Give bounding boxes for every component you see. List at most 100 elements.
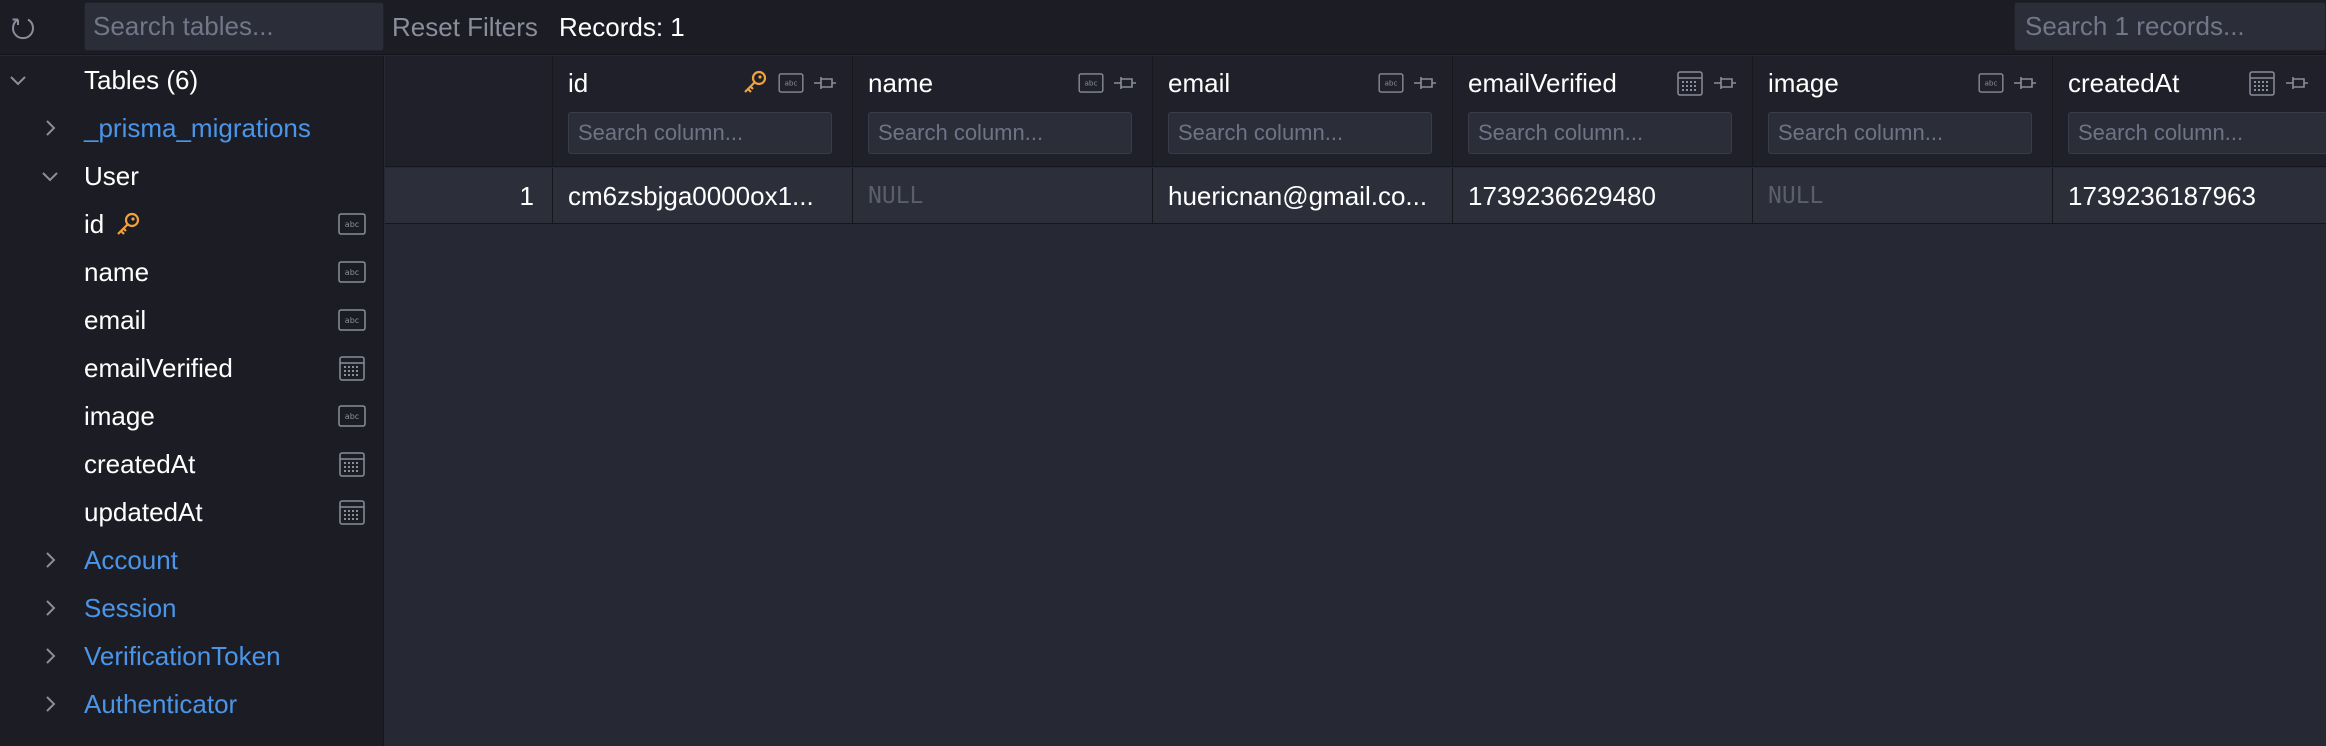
chevron-down-icon[interactable] (38, 164, 62, 188)
sidebar-item-label: VerificationToken (84, 640, 281, 671)
table-sidebar: Tables (6) _prisma_migrations User id ab… (0, 56, 384, 746)
records-count: Records: 1 (559, 12, 685, 42)
svg-text:abc: abc (345, 268, 359, 277)
refresh-button[interactable] (0, 0, 46, 55)
column-search-input[interactable] (2068, 112, 2326, 154)
column-name: emailVerified (1468, 68, 1617, 98)
sidebar-item-label: Authenticator (84, 688, 238, 719)
field-item-name[interactable]: name abc (0, 248, 384, 296)
cell-id[interactable]: cm6zsbjga0000ox1... (553, 168, 853, 224)
row-number: 1 (385, 168, 553, 224)
text-type-icon: abc (338, 213, 366, 235)
primary-key-icon (117, 212, 140, 235)
grid-header: id abc Search column... name abc Search … (385, 56, 2326, 167)
calendar-type-icon (1677, 71, 1703, 96)
pin-icon[interactable] (1412, 72, 1438, 94)
text-type-icon: abc (338, 405, 366, 427)
cell-image[interactable]: NULL (1753, 168, 2053, 224)
svg-text:abc: abc (1384, 79, 1397, 88)
tables-header-label: Tables (6) (84, 64, 199, 95)
svg-text:abc: abc (345, 412, 359, 421)
field-label: emailVerified (84, 352, 233, 383)
svg-text:abc: abc (1984, 79, 1997, 88)
field-label: name (84, 256, 150, 287)
cell-email-verified[interactable]: 1739236629480 (1453, 168, 1753, 224)
text-type-icon: abc (338, 261, 366, 283)
column-name: email (1168, 68, 1231, 98)
field-item-updated-at[interactable]: updatedAt (0, 488, 384, 536)
column-search-input[interactable] (1468, 112, 1732, 154)
field-item-image[interactable]: image abc (0, 392, 384, 440)
row-number-header (385, 56, 553, 167)
column-search-input[interactable] (868, 112, 1132, 154)
column-name: id (568, 68, 589, 98)
field-label: createdAt (84, 448, 196, 479)
field-item-id[interactable]: id abc (0, 200, 384, 248)
field-label: updatedAt (84, 496, 203, 527)
sidebar-item-label: Account (84, 544, 178, 575)
column-search-input[interactable] (568, 112, 832, 154)
chevron-right-icon[interactable] (38, 644, 62, 668)
text-type-icon: abc (338, 309, 366, 331)
primary-key-icon (744, 70, 767, 93)
field-label: image (84, 400, 155, 431)
field-item-created-at[interactable]: createdAt (0, 440, 384, 488)
sidebar-item-label: Session (84, 592, 177, 623)
text-type-icon: abc (1378, 73, 1404, 93)
calendar-type-icon (2249, 71, 2275, 96)
field-label: email (84, 304, 147, 335)
column-name: name (868, 68, 934, 98)
sidebar-item-session[interactable]: Session (0, 584, 384, 632)
app-window: Reset Filters Records: 1 Tables (6) _pri… (0, 0, 2326, 746)
chevron-right-icon[interactable] (38, 116, 62, 140)
pin-icon[interactable] (1112, 72, 1138, 94)
svg-text:abc: abc (1084, 79, 1097, 88)
chevron-right-icon[interactable] (38, 692, 62, 716)
sidebar-item-user[interactable]: User (0, 152, 384, 200)
toolbar: Reset Filters Records: 1 (0, 0, 2326, 55)
sidebar-item-prisma-migrations[interactable]: _prisma_migrations (0, 104, 384, 152)
column-search-input[interactable] (1168, 112, 1432, 154)
field-label: id (84, 208, 105, 239)
sidebar-item-label: User (84, 160, 139, 191)
tables-header[interactable]: Tables (6) (0, 56, 384, 104)
data-grid: id abc Search column... name abc Search … (385, 56, 2326, 746)
chevron-down-icon[interactable] (6, 68, 30, 92)
column-name: createdAt (2068, 68, 2180, 98)
calendar-type-icon (339, 356, 365, 381)
column-header-created-at[interactable]: createdAt (2053, 56, 2326, 167)
pin-icon[interactable] (2012, 72, 2038, 94)
field-item-email[interactable]: email abc (0, 296, 384, 344)
column-header-image[interactable]: image abc (1753, 56, 2053, 167)
sidebar-item-verification-token[interactable]: VerificationToken (0, 632, 384, 680)
calendar-type-icon (339, 500, 365, 525)
table-search-input[interactable] (84, 2, 384, 51)
column-header-id[interactable]: id abc (553, 56, 853, 167)
column-search-input[interactable] (1768, 112, 2032, 154)
cell-created-at[interactable]: 1739236187963 (2053, 168, 2326, 224)
sidebar-item-label: _prisma_migrations (84, 112, 311, 143)
column-header-email[interactable]: email abc (1153, 56, 1453, 167)
sidebar-item-authenticator[interactable]: Authenticator (0, 680, 384, 728)
refresh-icon (12, 18, 34, 39)
cell-email[interactable]: huericnan@gmail.co... (1153, 168, 1453, 224)
reset-filters-button[interactable]: Reset Filters (392, 8, 538, 46)
chevron-right-icon[interactable] (38, 596, 62, 620)
pin-icon[interactable] (812, 72, 838, 94)
text-type-icon: abc (1978, 73, 2004, 93)
table-row[interactable]: 1 cm6zsbjga0000ox1... NULL huericnan@gma… (385, 168, 2326, 224)
calendar-type-icon (339, 452, 365, 477)
pin-icon[interactable] (1712, 72, 1738, 94)
cell-name[interactable]: NULL (853, 168, 1153, 224)
pin-icon[interactable] (2284, 72, 2310, 94)
text-type-icon: abc (1078, 73, 1104, 93)
svg-text:abc: abc (345, 316, 359, 325)
column-name: image (1768, 68, 1839, 98)
chevron-right-icon[interactable] (38, 548, 62, 572)
field-item-email-verified[interactable]: emailVerified (0, 344, 384, 392)
sidebar-item-account[interactable]: Account (0, 536, 384, 584)
text-type-icon: abc (778, 73, 804, 93)
column-header-email-verified[interactable]: emailVerified (1453, 56, 1753, 167)
records-search-input[interactable] (2014, 2, 2326, 51)
column-header-name[interactable]: name abc (853, 56, 1153, 167)
